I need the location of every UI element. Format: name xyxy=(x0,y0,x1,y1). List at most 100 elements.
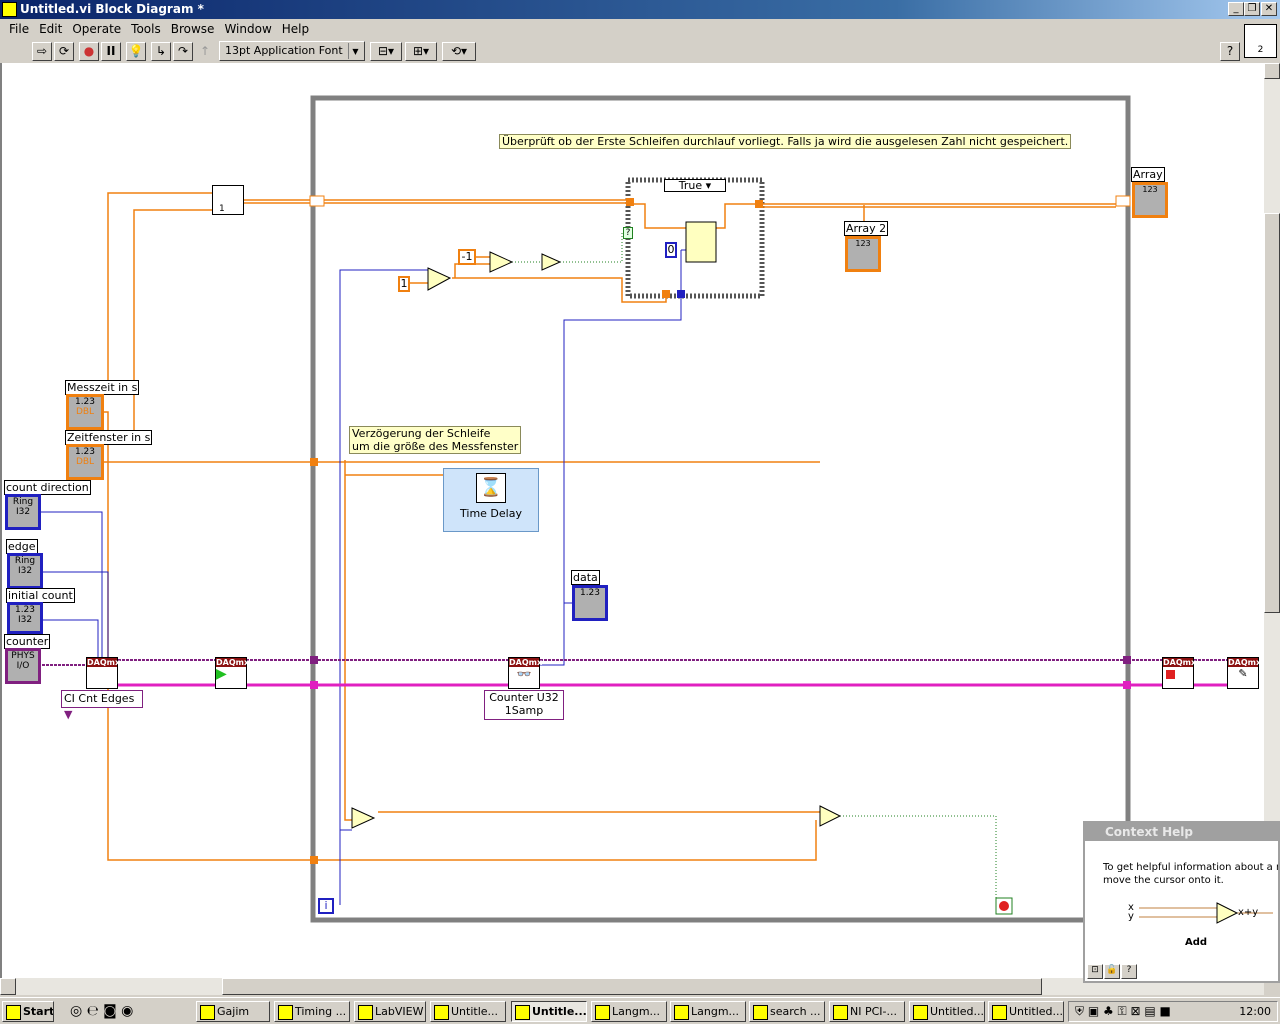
type: I32 xyxy=(15,507,31,517)
abort-icon[interactable]: ● xyxy=(79,42,99,61)
menu-window[interactable]: Window xyxy=(219,20,276,39)
read-type-selector[interactable]: Counter U32 1Samp xyxy=(484,690,564,720)
label-array: Array xyxy=(1131,167,1165,182)
case-selector[interactable]: True ▾ xyxy=(664,179,726,192)
control-count-direction[interactable]: Ring I32 xyxy=(5,494,41,530)
subtract-node[interactable] xyxy=(427,267,452,291)
case-selector-terminal[interactable]: ? xyxy=(623,227,633,239)
multiply-node[interactable] xyxy=(351,807,376,829)
task-untitled-1[interactable]: Untitle... xyxy=(430,1001,506,1022)
daqmx-read[interactable]: DAQmx 👓 xyxy=(508,657,543,689)
glasses-icon: 👓 xyxy=(516,667,532,681)
time-delay-label: Time Delay xyxy=(460,507,522,520)
step-over-icon[interactable]: ↷ xyxy=(173,42,193,61)
not-node[interactable] xyxy=(541,253,562,271)
minimize-button[interactable]: _ xyxy=(1228,2,1244,16)
run-continuously-icon[interactable]: ⟳ xyxy=(54,42,74,61)
menu-browse[interactable]: Browse xyxy=(166,20,220,39)
ci-type-selector[interactable]: CI Cnt Edges ▼ xyxy=(61,690,143,721)
block-diagram[interactable] xyxy=(0,63,1264,978)
detailed-help-icon[interactable]: ? xyxy=(1121,964,1137,979)
step-into-icon[interactable]: ↳ xyxy=(151,42,171,61)
daqmx-stop-task[interactable]: DAQmx xyxy=(1162,657,1196,689)
tray-icons[interactable]: ⛨ ▣ ♣ ⚿ ⊠ ▤ ■ xyxy=(1075,1004,1171,1019)
control-zeitfenster[interactable]: 1.23 DBL xyxy=(66,444,104,480)
help-node-name: Add xyxy=(1185,937,1208,948)
task-langm-1[interactable]: Langm... xyxy=(591,1001,667,1022)
restore-button[interactable]: ❐ xyxy=(1244,2,1260,16)
horizontal-scrollbar[interactable] xyxy=(0,978,1264,995)
label-counter: counter xyxy=(4,634,51,649)
task-untitled-3[interactable]: Untitled... xyxy=(909,1001,985,1022)
daqmx-start-task[interactable]: DAQmx ▶ xyxy=(215,657,249,689)
task-untitled-4[interactable]: Untitled... xyxy=(988,1001,1064,1022)
comment-first-iteration: Überprüft ob der Erste Schleifen durchla… xyxy=(499,134,1072,149)
equal-node-2[interactable] xyxy=(819,805,842,827)
menu-operate[interactable]: Operate xyxy=(67,20,126,39)
ci-type-value: CI Cnt Edges xyxy=(64,692,135,705)
font-select[interactable]: 13pt Application Font ▼ xyxy=(219,41,365,61)
task-labview[interactable]: LabVIEW xyxy=(354,1001,426,1022)
control-messzeit[interactable]: 1.23 DBL xyxy=(66,394,104,430)
shift-register-left[interactable] xyxy=(309,195,325,207)
menu-help[interactable]: Help xyxy=(277,20,314,39)
menu-edit[interactable]: Edit xyxy=(34,20,67,39)
simple-help-icon[interactable]: ⊡ xyxy=(1087,964,1103,979)
label-initial-count: initial count xyxy=(6,588,75,603)
build-array-node[interactable]: 1 xyxy=(212,185,244,215)
task-untitled-2[interactable]: Untitle... xyxy=(511,1001,587,1022)
close-button[interactable]: ✕ xyxy=(1261,2,1277,16)
equal-node[interactable] xyxy=(489,251,514,273)
pause-icon[interactable]: II xyxy=(101,42,121,61)
font-select-value: 13pt Application Font xyxy=(225,44,343,57)
run-arrow-icon[interactable]: ⇨ xyxy=(32,42,52,61)
lock-icon[interactable]: 🔓 xyxy=(1104,964,1120,979)
while-loop[interactable] xyxy=(310,95,1131,923)
iteration-terminal: i xyxy=(318,898,334,914)
scroll-left-button[interactable] xyxy=(0,978,16,995)
task-langm-2[interactable]: Langm... xyxy=(670,1001,746,1022)
scroll-up-button[interactable] xyxy=(1264,63,1280,79)
insert-into-array-node[interactable] xyxy=(685,221,717,263)
constant-minus-one[interactable]: -1 xyxy=(458,249,476,265)
start-button[interactable]: Start xyxy=(2,1001,54,1022)
task-search[interactable]: search ... xyxy=(749,1001,825,1022)
chevron-down-icon: ▼ xyxy=(64,708,73,721)
label-zeitfenster: Zeitfenster in s xyxy=(65,430,153,445)
distribute-objects-icon[interactable]: ⊞▾ xyxy=(405,42,437,61)
comment-delay: Verzögerung der Schleife um die größe des… xyxy=(349,426,522,454)
context-help-window[interactable]: Context Help To get helpful information … xyxy=(1083,821,1280,983)
control-initial-count[interactable]: 1.23 I32 xyxy=(7,602,43,634)
align-objects-icon[interactable]: ⊟▾ xyxy=(370,42,402,61)
constant-zero[interactable]: 0 xyxy=(665,242,677,258)
indicator-data[interactable]: 1.23 xyxy=(572,585,608,621)
menu-file[interactable]: File xyxy=(4,20,34,39)
eraser-icon: ✎ xyxy=(1238,667,1248,680)
constant-one[interactable]: 1 xyxy=(398,276,410,292)
daqmx-clear-task[interactable]: DAQmx ✎ xyxy=(1227,657,1261,689)
highlight-execution-icon[interactable]: 💡 xyxy=(126,42,146,61)
daqmx-create-channel[interactable]: DAQmx xyxy=(86,657,121,689)
quick-launch-icons[interactable]: ◎ ℮ ◙ ◉ xyxy=(70,1003,133,1019)
indicator-array-2[interactable]: 123 xyxy=(845,236,881,272)
control-edge[interactable]: Ring I32 xyxy=(7,553,43,589)
label-array-2: Array 2 xyxy=(844,221,889,236)
daqmx-header: DAQmx xyxy=(509,658,543,667)
vertical-scroll-thumb[interactable] xyxy=(1264,213,1280,613)
time-delay-express-vi[interactable]: ⌛ Time Delay xyxy=(443,468,539,532)
labview-icon xyxy=(2,2,17,17)
indicator-array[interactable]: 123 xyxy=(1132,182,1168,218)
menu-tools[interactable]: Tools xyxy=(126,20,166,39)
horizontal-scroll-thumb[interactable] xyxy=(222,978,1042,995)
daqmx-header: DAQmx xyxy=(87,658,121,667)
reorder-icon[interactable]: ⟲▾ xyxy=(442,42,476,61)
task-gajim[interactable]: Gajim xyxy=(196,1001,270,1022)
help-y: y xyxy=(1128,911,1134,922)
task-ni-pci[interactable]: NI PCI-... xyxy=(829,1001,905,1022)
help-text-line2: move the cursor onto it. xyxy=(1103,875,1224,886)
type: DBL xyxy=(75,407,95,417)
control-counter[interactable]: PHYS I/O xyxy=(5,648,41,684)
shift-register-right[interactable] xyxy=(1115,195,1131,207)
context-help-icon[interactable]: ? xyxy=(1220,42,1240,61)
task-timing[interactable]: Timing ... xyxy=(274,1001,350,1022)
